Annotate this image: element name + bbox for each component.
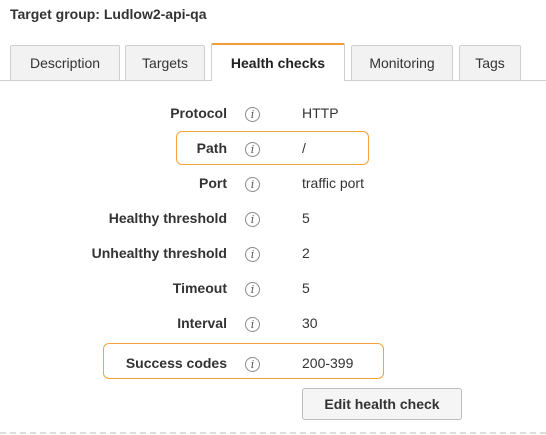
tab-description[interactable]: Description	[10, 45, 120, 80]
field-value: /	[302, 140, 306, 156]
tab-bar: Description Targets Health checks Monito…	[0, 43, 546, 81]
info-icon[interactable]: i	[245, 282, 260, 297]
target-group-title: Target group: Ludlow2-api-qa	[10, 6, 207, 22]
edit-health-check-button[interactable]: Edit health check	[302, 388, 462, 420]
field-path: Path i /	[0, 132, 546, 166]
info-icon[interactable]: i	[245, 247, 260, 262]
info-icon[interactable]: i	[245, 177, 260, 192]
field-value: 200-399	[302, 355, 354, 371]
field-label: Protocol	[170, 105, 227, 121]
field-label: Unhealthy threshold	[91, 245, 227, 261]
info-icon[interactable]: i	[245, 107, 260, 122]
field-unhealthy-threshold: Unhealthy threshold i 2	[0, 237, 546, 271]
field-success-codes: Success codes i 200-399	[0, 347, 546, 381]
field-value: 5	[302, 210, 310, 226]
info-icon[interactable]: i	[245, 357, 260, 372]
tab-targets[interactable]: Targets	[125, 45, 205, 80]
field-timeout: Timeout i 5	[0, 272, 546, 306]
field-label: Healthy threshold	[108, 210, 227, 226]
info-icon[interactable]: i	[245, 317, 260, 332]
field-label: Timeout	[172, 280, 227, 296]
field-label: Success codes	[125, 355, 227, 371]
field-value: traffic port	[302, 175, 364, 191]
field-protocol: Protocol i HTTP	[0, 97, 546, 131]
field-value: 30	[302, 315, 318, 331]
field-healthy-threshold: Healthy threshold i 5	[0, 202, 546, 236]
field-value: HTTP	[302, 105, 339, 121]
field-port: Port i traffic port	[0, 167, 546, 201]
field-label: Interval	[177, 315, 227, 331]
bottom-divider	[0, 432, 546, 434]
field-value: 2	[302, 245, 310, 261]
field-value: 5	[302, 280, 310, 296]
field-label: Port	[199, 175, 227, 191]
field-label: Path	[196, 140, 227, 156]
tab-health-checks[interactable]: Health checks	[211, 43, 345, 81]
info-icon[interactable]: i	[245, 212, 260, 227]
info-icon[interactable]: i	[245, 142, 260, 157]
field-interval: Interval i 30	[0, 307, 546, 341]
tab-monitoring[interactable]: Monitoring	[351, 45, 453, 80]
tab-tags[interactable]: Tags	[459, 45, 521, 80]
